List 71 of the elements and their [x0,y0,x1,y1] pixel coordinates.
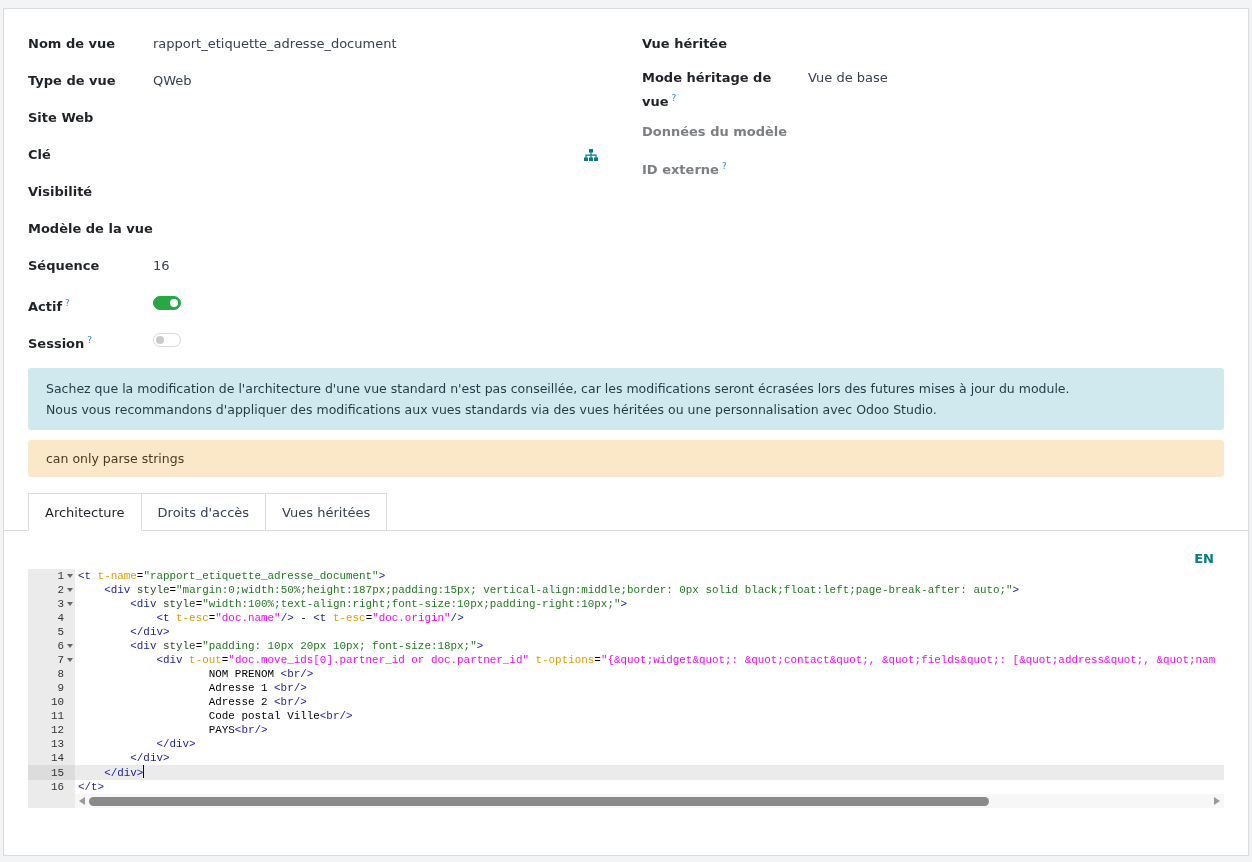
code-line: </div> [103,765,145,780]
line-number: 4 [57,611,64,625]
field-label: ID externe $^{?}$ [642,160,728,180]
line-number: 14 [50,751,64,765]
horizontal-scrollbar[interactable] [75,794,1224,808]
line-number: 7 [57,653,64,667]
code-line: Adresse 1 <br/> [207,681,307,695]
help-icon[interactable]: ? [721,161,727,171]
line-number: 15 [50,765,64,780]
fold-icon[interactable] [67,658,73,662]
help-icon[interactable]: ? [87,335,93,345]
field-label: Vue héritée [642,35,728,53]
code-line: Code postal Ville<br/> [207,709,353,723]
field-value: 16 [153,257,170,275]
line-number: 16 [50,780,64,794]
field-label: Site Web [28,109,95,127]
scroll-left-icon[interactable] [79,797,85,805]
code-line: </div> [155,737,196,751]
hierarchy-icon[interactable] [584,149,598,161]
help-icon[interactable]: ? [671,93,677,103]
code-line: <div style="padding: 10px 20px 10px; font-size:18px;"> [129,639,484,653]
code-line: </div> [129,751,170,765]
line-number: 6 [57,639,64,653]
code-line: NOM PRENOM <br/> [207,667,314,681]
alert-text: can only parse strings [46,450,186,468]
code-line: Adresse 2 <br/> [207,695,307,709]
tab[interactable]: Droits d'accès [141,493,267,530]
field-value: QWeb [153,72,192,90]
alert-text: Sachez que la modification de l'architecture d'une vue standard n'est pas conseillée, car les modifications seront écrasées lors des futures mises à jour du module. [46,380,1071,398]
fold-icon[interactable] [67,602,73,606]
fold-icon[interactable] [67,644,73,648]
field-label: Type de vue [28,72,117,90]
field-label: Modèle de la vue [28,220,153,238]
fold-icon[interactable] [67,588,73,592]
field-label: Nom de vue [28,35,117,53]
code-line: <t t-name="rapport_etiquette_adresse_document"> [77,569,386,583]
field-value: Vue de base [808,69,888,87]
code-line: </t> [77,780,105,794]
field-value: rapport_etiquette_adresse_document [153,35,397,53]
scroll-right-icon[interactable] [1214,797,1220,805]
field-label: Visibilité [28,183,94,201]
help-icon[interactable]: ? [65,298,70,308]
field-label: Clé [28,146,52,164]
code-editor[interactable] [28,569,1224,808]
line-number: 9 [57,681,64,695]
tab[interactable]: Vues héritées [266,493,388,530]
fold-icon[interactable] [67,574,73,578]
line-number: 3 [57,597,64,611]
alert-text: Nous vous recommandons d'appliquer des modifications aux vues standards via des vues héritées ou une personnalisation avec Odoo Studio. [46,401,938,419]
code-line: <div t-out="doc.move_ids[0].partner_id or doc.partner_id" t-options="{&quot;widget&quot;: &quot;contact&quot;, &quot;fields&quot;: [&quot;address&quot;, &quot;nam [155,653,1216,667]
field-label: Séquence [28,257,101,275]
code-line: PAYS<br/> [207,723,268,737]
line-number: 5 [57,625,64,639]
toggle-switch[interactable] [153,296,181,310]
field-label: Actif $^{?}$ [28,297,71,317]
code-line: </div> [129,625,170,639]
tab[interactable]: Architecture [28,493,142,531]
code-line: <div style="margin:0;width:50%;height:187px;padding:15px; vertical-align:middle;border: 0px solid black;float:left;page-break-after: auto;"> [103,583,1020,597]
field-label: Données du modèle [642,123,789,141]
line-number: 2 [57,583,64,597]
language-label[interactable]: EN [1194,551,1214,569]
line-number: 1 [57,569,64,583]
line-number: 12 [50,723,64,737]
code-line: <div style="width:100%;text-align:right;font-size:10px;padding-right:10px;"> [129,597,628,611]
field-label: Session $^{?}$ [28,334,94,354]
field-label: Mode héritage de vue $^{?}$ [642,69,773,112]
code-line: <t t-esc="doc.name"/> - <t t-esc="doc.origin"/> [155,611,464,625]
line-number: 13 [50,737,64,751]
line-number: 8 [57,667,64,681]
line-number: 10 [50,695,64,709]
line-number: 11 [50,709,64,723]
